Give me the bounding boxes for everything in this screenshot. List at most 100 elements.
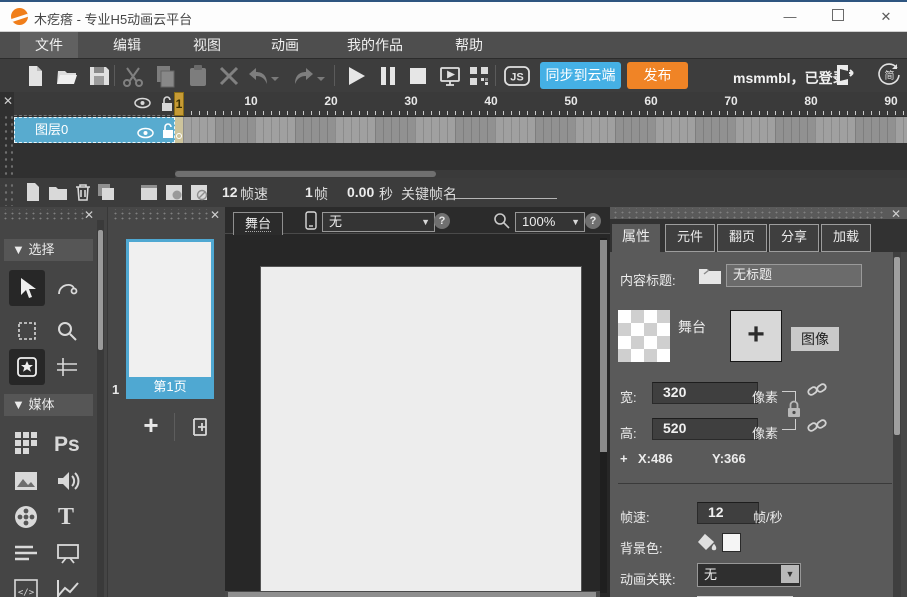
stage-canvas[interactable]	[260, 266, 582, 597]
publish-button[interactable]: 发布	[627, 62, 688, 89]
anim-link-dropdown[interactable]: 无 ▼	[697, 563, 801, 587]
paste-icon[interactable]	[186, 64, 210, 88]
media-code-icon[interactable]: </>	[13, 577, 39, 597]
playhead[interactable]: 1	[174, 92, 184, 116]
keyframe-name-input[interactable]	[455, 198, 557, 199]
redo-caret-icon[interactable]	[316, 71, 326, 81]
stage-hscrollbar-thumb[interactable]	[228, 592, 596, 597]
width-link-icon[interactable]	[806, 380, 828, 405]
height-input[interactable]: 520	[652, 418, 758, 440]
paint-bucket-icon[interactable]	[696, 533, 718, 558]
current-frame-cell[interactable]	[175, 117, 183, 143]
tools-scrollbar[interactable]	[97, 220, 104, 597]
insert-blank-keyframe-icon[interactable]	[188, 181, 210, 203]
stage-bg-swatch[interactable]	[618, 310, 670, 362]
new-layer-icon[interactable]	[22, 181, 44, 203]
menu-help[interactable]: 帮助	[440, 32, 498, 58]
help-icon-2[interactable]: ?	[585, 213, 601, 229]
tool-bend-point[interactable]	[49, 270, 85, 306]
add-cover-button[interactable]: +	[730, 310, 782, 362]
pages-drag-handle[interactable]	[110, 209, 208, 221]
tools-scrollbar-thumb[interactable]	[98, 230, 103, 350]
width-input[interactable]: 320	[652, 382, 758, 404]
timeline-close-icon[interactable]: ✕	[3, 95, 13, 107]
stage-hscrollbar[interactable]	[225, 591, 600, 597]
cut-icon[interactable]	[121, 64, 145, 88]
new-folder-layer-icon[interactable]	[47, 181, 69, 203]
duplicate-layer-icon[interactable]	[95, 181, 117, 203]
zoom-dropdown[interactable]: 100%▼	[515, 212, 585, 232]
media-photoshop-icon[interactable]: Ps	[54, 433, 80, 457]
open-file-icon[interactable]	[55, 64, 79, 88]
section-select[interactable]: ▼ 选择	[4, 239, 93, 261]
media-text-icon[interactable]: T	[58, 504, 74, 531]
section-media[interactable]: ▼ 媒体	[4, 394, 93, 416]
insert-frame-icon[interactable]	[138, 181, 160, 203]
media-board-icon[interactable]	[55, 541, 81, 567]
media-audio-icon[interactable]	[55, 468, 81, 494]
layer-visibility-icon[interactable]	[137, 124, 154, 148]
undo-caret-icon[interactable]	[270, 71, 280, 81]
tool-transform[interactable]	[9, 313, 45, 349]
duplicate-page-icon[interactable]	[186, 415, 210, 439]
tools-drag-handle[interactable]	[0, 209, 84, 221]
media-chart-icon[interactable]	[55, 577, 81, 597]
minimize-button[interactable]: —	[773, 2, 807, 31]
tool-guides[interactable]	[49, 349, 85, 385]
undo-icon[interactable]	[246, 64, 270, 88]
tab-properties[interactable]: 属性	[612, 224, 660, 252]
menu-file[interactable]: 文件	[20, 32, 78, 58]
preview-device-dropdown[interactable]: 无▼	[322, 212, 435, 232]
tab-loading[interactable]: 加载	[821, 224, 871, 252]
phone-preview-icon[interactable]	[305, 211, 317, 235]
qrcode-icon[interactable]	[467, 64, 491, 88]
open-title-folder-icon[interactable]	[698, 264, 722, 290]
logout-icon[interactable]	[833, 63, 857, 87]
js-panel-icon[interactable]: JS	[504, 64, 530, 88]
delete-icon[interactable]	[217, 64, 241, 88]
add-page-button[interactable]: +	[138, 413, 164, 439]
menu-my-works[interactable]: 我的作品	[332, 32, 418, 58]
maximize-button[interactable]	[821, 2, 855, 31]
keyframe-marker[interactable]	[176, 133, 182, 139]
media-components-icon[interactable]	[13, 430, 39, 456]
visibility-column-icon[interactable]	[134, 96, 151, 115]
stage-vscrollbar-thumb[interactable]	[600, 240, 607, 452]
save-icon[interactable]	[87, 64, 111, 88]
bgcolor-swatch[interactable]	[722, 533, 741, 552]
stage-tab[interactable]: 舞台	[233, 212, 283, 235]
play-icon[interactable]	[344, 64, 368, 88]
properties-scrollbar-thumb[interactable]	[894, 257, 900, 435]
tools-close-icon[interactable]: ✕	[84, 209, 94, 221]
media-image-icon[interactable]	[13, 468, 39, 494]
menu-view[interactable]: 视图	[178, 32, 236, 58]
lock-column-icon[interactable]	[160, 95, 174, 117]
content-title-input[interactable]: 无标题	[726, 264, 862, 287]
stage-vscrollbar[interactable]	[600, 238, 607, 593]
stop-icon[interactable]	[406, 64, 430, 88]
delete-layer-icon[interactable]	[72, 181, 94, 203]
layer-row[interactable]: 图层0	[14, 117, 175, 143]
insert-keyframe-icon[interactable]	[163, 181, 185, 203]
copy-icon[interactable]	[153, 64, 177, 88]
tool-symbol-frame[interactable]	[9, 349, 45, 385]
menu-animation[interactable]: 动画	[256, 32, 314, 58]
pause-icon[interactable]	[376, 64, 400, 88]
new-file-icon[interactable]	[23, 64, 47, 88]
help-icon-1[interactable]: ?	[434, 213, 450, 229]
tool-zoom[interactable]	[49, 313, 85, 349]
image-button[interactable]: 图像	[791, 327, 839, 351]
frames-track[interactable]	[175, 117, 907, 143]
framerate-input[interactable]: 12	[697, 502, 759, 524]
properties-scrollbar[interactable]	[893, 252, 901, 597]
tab-pageflip[interactable]: 翻页	[717, 224, 767, 252]
page-thumbnail[interactable]: 第1页	[126, 239, 214, 399]
menu-edit[interactable]: 编辑	[98, 32, 156, 58]
close-button[interactable]: ✕	[869, 2, 903, 31]
timeline-scrollbar-thumb[interactable]	[175, 171, 436, 177]
media-video-icon[interactable]	[13, 504, 39, 530]
tab-components[interactable]: 元件	[665, 224, 715, 252]
timeline-scrollbar[interactable]	[175, 170, 907, 178]
tool-select-cursor[interactable]	[9, 270, 45, 306]
media-paragraph-icon[interactable]	[13, 541, 39, 567]
